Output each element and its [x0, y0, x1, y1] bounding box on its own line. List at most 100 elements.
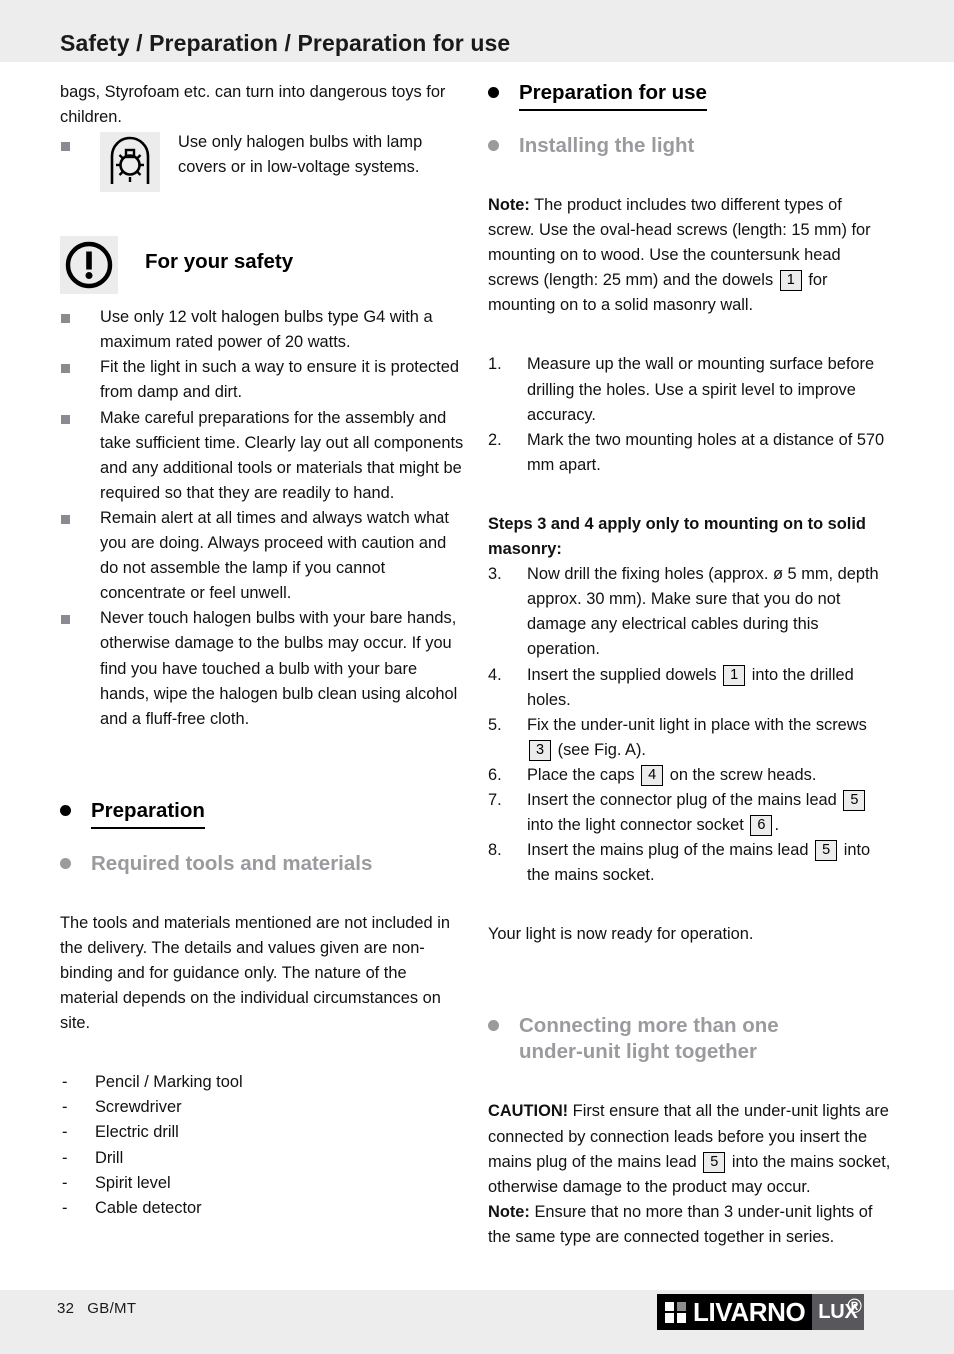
- step-text: .: [774, 816, 780, 835]
- subheading-connecting-more-than-one: Connecting more than one under-unit ligh…: [488, 1013, 892, 1065]
- list-item-text: Spirit level: [95, 1173, 171, 1192]
- step-number: 3.: [488, 565, 502, 584]
- left-column: bags, Styrofoam etc. can turn into dange…: [60, 80, 464, 1221]
- logo-wordmark: LIVARNO: [693, 1297, 806, 1327]
- connecting-note-paragraph: Note: Ensure that no more than 3 under-u…: [488, 1200, 892, 1250]
- bulb-notice-text: Use only halogen bulbs with lamp covers …: [178, 133, 423, 177]
- step-text: Fix the under-unit light in place with t…: [527, 715, 867, 734]
- registered-trademark-icon: ®: [847, 1296, 862, 1318]
- square-bullet: [61, 615, 70, 625]
- dash-marker: -: [62, 1198, 68, 1217]
- step-number: 1.: [488, 355, 502, 374]
- note-label: Note:: [488, 196, 530, 214]
- ref-box-1: 1: [723, 664, 746, 686]
- step-number: 2.: [488, 430, 502, 449]
- list-item-text: Cable detector: [95, 1198, 202, 1217]
- page-number: 32: [57, 1300, 75, 1317]
- subheading-connecting-line1: Connecting more than one: [519, 1014, 779, 1038]
- list-item: - Drill: [60, 1146, 464, 1171]
- list-item: - Electric drill: [60, 1120, 464, 1145]
- preparation-paragraph: The tools and materials mentioned are no…: [60, 913, 450, 1033]
- dash-marker: -: [62, 1098, 68, 1117]
- halogen-bulb-lamp-cover-icon: [100, 132, 160, 193]
- ref-box-4: 4: [641, 764, 664, 786]
- list-item: Make careful preparations for the assemb…: [60, 406, 464, 506]
- ready-for-operation-text: Your light is now ready for operation.: [488, 925, 754, 944]
- step-text: Measure up the wall or mounting surface …: [527, 355, 875, 424]
- ref-box-5: 5: [843, 789, 866, 811]
- right-column: Preparation for use Installing the light…: [488, 80, 892, 1250]
- list-item: - Spirit level: [60, 1171, 464, 1196]
- list-item: 2. Mark the two mounting holes at a dista…: [488, 428, 892, 478]
- list-item: Fit the light in such a way to ensure it…: [60, 355, 464, 405]
- list-item: Remain alert at all times and always wat…: [60, 506, 464, 606]
- list-item: 8. Insert the mains plug of the mains le…: [488, 838, 892, 888]
- note-label: Note:: [488, 1202, 530, 1221]
- list-item: 4. Insert the supplied dowels 1 into the…: [488, 663, 892, 713]
- grid-cell: [665, 1301, 675, 1311]
- logo-lux-block: LUX ®: [812, 1294, 864, 1330]
- list-item-text: Fit the light in such a way to ensure it…: [100, 358, 459, 402]
- list-item: - Cable detector: [60, 1196, 464, 1221]
- list-item: - Pencil / Marking tool: [60, 1070, 464, 1095]
- required-tools-list: - Pencil / Marking tool - Screwdriver - Ele…: [60, 1070, 464, 1221]
- step-text: into the light connector socket: [527, 816, 749, 835]
- subheading-required-tools-label: Required tools and materials: [91, 851, 373, 875]
- grid-cell: [665, 1313, 675, 1323]
- square-bullet: [61, 364, 70, 374]
- step-number: 5.: [488, 715, 502, 734]
- list-item-text: Remain alert at all times and always wat…: [100, 508, 449, 603]
- masonry-steps-heading: Steps 3 and 4 apply only to mounting on …: [488, 514, 866, 559]
- list-item-text: Use only 12 volt halogen bulbs type G4 w…: [100, 308, 433, 352]
- step-text: Insert the connector plug of the mains l…: [527, 790, 842, 809]
- ref-box-5: 5: [815, 840, 838, 862]
- ref-box-6: 6: [750, 815, 773, 837]
- list-item: 7. Insert the connector plug of the main…: [488, 788, 892, 838]
- list-item: 1. Measure up the wall or mounting surfac…: [488, 352, 892, 427]
- for-your-safety-block: For your safety: [60, 236, 464, 295]
- step-text: Insert the mains plug of the mains lead: [527, 841, 814, 860]
- footer-locale: GB/MT: [87, 1300, 137, 1317]
- list-item: Use only 12 volt halogen bulbs type G4 w…: [60, 305, 464, 355]
- heading-preparation-for-use: Preparation for use: [488, 80, 892, 111]
- bullet-dot-icon: [488, 87, 499, 98]
- install-note-paragraph: Note: The product includes two different…: [488, 193, 892, 318]
- bullet-dot-icon: [488, 1020, 499, 1032]
- step-text: on the screw heads.: [665, 765, 817, 784]
- step-text: Insert the supplied dowels: [527, 665, 722, 684]
- square-bullet: [61, 414, 70, 424]
- step-text: (see Fig. A).: [553, 740, 646, 759]
- four-square-grid-icon: [665, 1301, 686, 1323]
- caution-label: CAUTION!: [488, 1102, 569, 1121]
- step-number: 4.: [488, 665, 502, 684]
- square-bullet: [61, 314, 70, 324]
- grid-cell: [676, 1301, 686, 1311]
- grid-cell: [676, 1313, 686, 1323]
- step-text: Mark the two mounting holes at a distanc…: [527, 430, 885, 474]
- dash-marker: -: [62, 1123, 68, 1142]
- step-number: 8.: [488, 841, 502, 860]
- ref-box-1: 1: [779, 270, 802, 292]
- bullet-dot-icon: [488, 140, 499, 151]
- list-item-text: Make careful preparations for the assemb…: [100, 408, 464, 502]
- steps-list-first: 1. Measure up the wall or mounting surfac…: [488, 352, 892, 477]
- dash-marker: -: [62, 1073, 68, 1092]
- bullet-dot-icon: [60, 857, 71, 869]
- list-item: 5. Fix the under-unit light in place wit…: [488, 713, 892, 763]
- livarno-lux-logo: LIVARNO LUX ®: [657, 1294, 864, 1330]
- subheading-required-tools: Required tools and materials: [60, 851, 464, 877]
- dash-marker: -: [62, 1148, 68, 1167]
- subheading-installing-the-light-label: Installing the light: [519, 134, 695, 157]
- subheading-connecting-line2: under-unit light together: [519, 1040, 757, 1064]
- list-item: - Screwdriver: [60, 1095, 464, 1120]
- intro-continued-paragraph: bags, Styrofoam etc. can turn into dange…: [60, 83, 446, 127]
- footer-page-info: 32 GB/MT: [57, 1300, 136, 1317]
- page-content: bags, Styrofoam etc. can turn into dange…: [0, 62, 954, 1272]
- caution-paragraph: CAUTION! First ensure that all the under…: [488, 1099, 892, 1199]
- bullet-dot-icon: [60, 804, 71, 816]
- heading-preparation: Preparation: [60, 798, 464, 829]
- safety-bullet-list: Use only 12 volt halogen bulbs type G4 w…: [60, 305, 464, 732]
- exclamation-warning-icon: [60, 236, 118, 295]
- bulb-notice-row: Use only halogen bulbs with lamp covers …: [60, 130, 464, 193]
- ref-box-3: 3: [529, 739, 552, 761]
